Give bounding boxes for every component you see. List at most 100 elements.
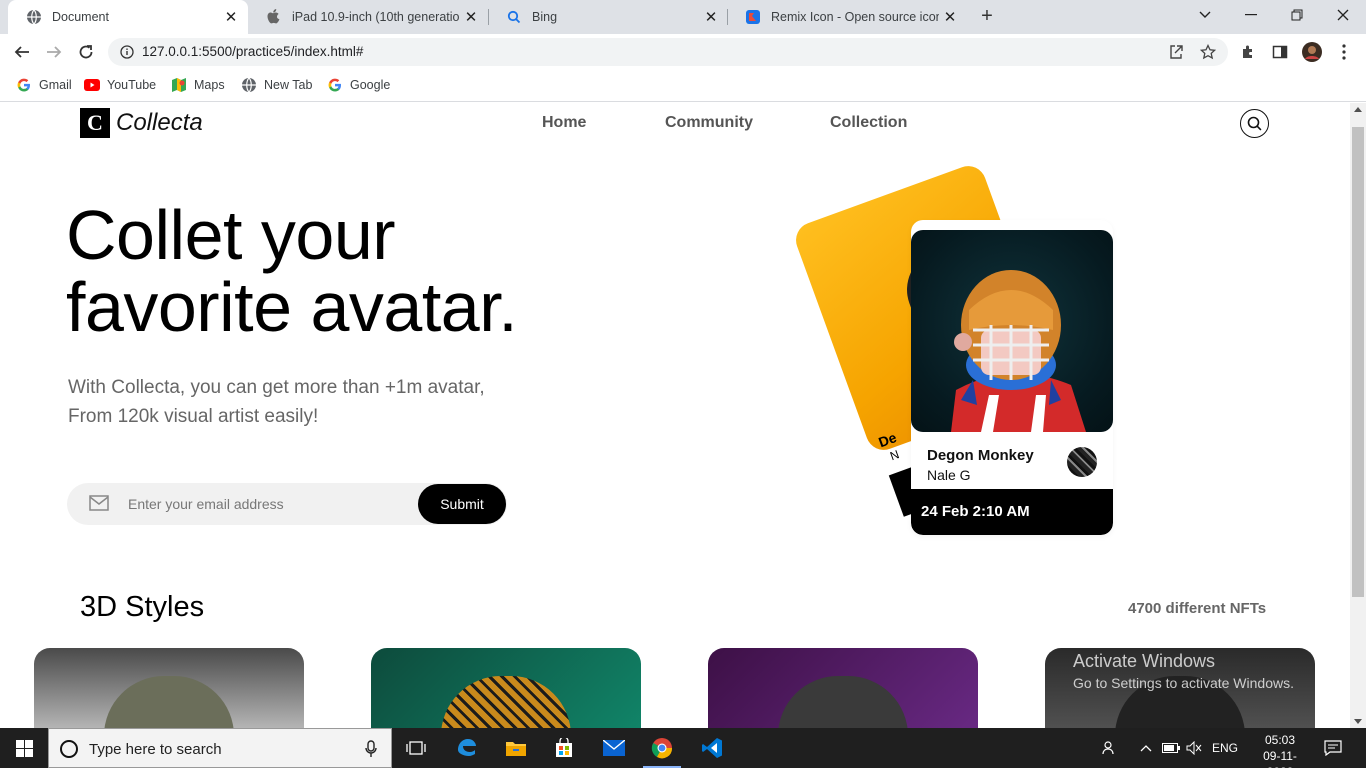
- mail-icon: [89, 495, 109, 516]
- info-icon[interactable]: [120, 45, 134, 64]
- url-text: 127.0.0.1:5500/practice5/index.html#: [142, 44, 364, 59]
- close-window-icon[interactable]: [1320, 0, 1366, 30]
- apple-icon: [266, 9, 282, 25]
- hero-title-line: favorite avatar.: [66, 268, 518, 346]
- microsoft-store-icon[interactable]: [541, 728, 587, 768]
- tab-title: Document: [52, 10, 109, 24]
- site-search-button[interactable]: [1240, 109, 1269, 138]
- remix-icon: [745, 9, 761, 25]
- tab-remix-icon[interactable]: Remix Icon - Open source icon lib ✕: [727, 0, 967, 34]
- artist-avatar: [1067, 447, 1097, 477]
- task-view-icon[interactable]: [393, 728, 439, 768]
- restore-icon[interactable]: [1274, 0, 1320, 30]
- hero-title-line: Collet your: [66, 196, 396, 274]
- bookmark-maps[interactable]: Maps: [171, 77, 225, 93]
- forward-arrow-icon[interactable]: [41, 40, 67, 64]
- search-icon: [60, 740, 78, 758]
- kebab-menu-icon[interactable]: [1334, 42, 1354, 62]
- bookmark-youtube[interactable]: YouTube: [84, 77, 156, 93]
- hero-subtitle-line: From 120k visual artist easily!: [68, 406, 319, 427]
- tab-title: Bing: [532, 10, 558, 24]
- section-title: 3D Styles: [80, 591, 205, 623]
- activate-windows-watermark: Activate Windows Go to Settings to activ…: [1073, 651, 1294, 691]
- page-scrollbar[interactable]: [1350, 103, 1366, 728]
- tab-document[interactable]: Document ✕: [8, 0, 248, 34]
- close-tab-icon[interactable]: ✕: [220, 6, 242, 28]
- watermark-title: Activate Windows: [1073, 651, 1216, 671]
- bookmarks-bar: Gmail YouTube Maps New Tab Google: [0, 70, 1366, 102]
- back-arrow-icon[interactable]: [9, 40, 35, 64]
- nft-card-featured[interactable]: Degon Monkey Nale G 24 Feb 2:10 AM: [911, 220, 1113, 535]
- share-icon[interactable]: [1166, 42, 1186, 62]
- clock-date: 09-11-2022: [1263, 749, 1297, 768]
- tab-title: iPad 10.9-inch (10th generation): [292, 10, 460, 24]
- star-icon[interactable]: [1198, 42, 1218, 62]
- address-bar[interactable]: 127.0.0.1:5500/practice5/index.html#: [108, 38, 1228, 66]
- bookmark-label: New Tab: [264, 78, 313, 92]
- taskbar-clock[interactable]: 05:03 09-11-2022: [1252, 732, 1308, 768]
- globe-icon: [241, 77, 257, 93]
- taskbar-search-box[interactable]: Type here to search: [48, 728, 392, 768]
- nav-collection[interactable]: Collection: [830, 114, 907, 132]
- mail-app-icon[interactable]: [591, 728, 637, 768]
- edge-icon[interactable]: [443, 728, 489, 768]
- email-signup-form: Submit: [67, 483, 507, 525]
- google-icon: [327, 77, 343, 93]
- chevron-up-icon[interactable]: [1140, 728, 1152, 768]
- style-card-1[interactable]: [34, 648, 304, 728]
- chevron-down-icon[interactable]: [1182, 0, 1228, 30]
- language-indicator[interactable]: ENG: [1212, 728, 1238, 768]
- google-icon: [16, 77, 32, 93]
- close-tab-icon[interactable]: ✕: [939, 6, 961, 28]
- volume-muted-icon[interactable]: [1186, 728, 1202, 768]
- tab-ipad[interactable]: iPad 10.9-inch (10th generation) ✕: [248, 0, 488, 34]
- nft-count: 4700 different NFTs: [1128, 600, 1267, 617]
- profile-avatar[interactable]: [1302, 42, 1322, 62]
- bookmark-label: Maps: [194, 78, 225, 92]
- nav-home[interactable]: Home: [542, 114, 586, 132]
- style-card-2[interactable]: [371, 648, 641, 728]
- reload-icon[interactable]: [73, 40, 99, 64]
- scroll-up-icon[interactable]: [1354, 107, 1362, 112]
- close-tab-icon[interactable]: ✕: [460, 6, 482, 28]
- tab-title: Remix Icon - Open source icon lib: [771, 10, 939, 24]
- nft-artist: Nale G: [927, 467, 971, 483]
- side-panel-icon[interactable]: [1270, 42, 1290, 62]
- tab-bing[interactable]: Bing ✕: [488, 0, 728, 34]
- microphone-icon[interactable]: [365, 740, 377, 763]
- globe-icon: [26, 9, 42, 25]
- avatar-artwork: [441, 676, 571, 728]
- email-input[interactable]: [128, 491, 408, 517]
- battery-icon[interactable]: [1162, 728, 1180, 768]
- site-logo[interactable]: C Collecta: [80, 108, 203, 138]
- bookmark-label: Google: [350, 78, 391, 92]
- file-explorer-icon[interactable]: [493, 728, 539, 768]
- avatar-artwork: [104, 676, 234, 728]
- bookmark-gmail[interactable]: Gmail: [16, 77, 72, 93]
- chrome-icon[interactable]: [639, 728, 685, 768]
- close-tab-icon[interactable]: ✕: [700, 6, 722, 28]
- notification-icon[interactable]: [1324, 728, 1342, 768]
- windows-start-icon[interactable]: [0, 728, 48, 768]
- new-tab-button[interactable]: +: [975, 6, 999, 28]
- scroll-down-icon[interactable]: [1354, 719, 1362, 724]
- tab-strip: Document ✕ iPad 10.9-inch (10th generati…: [0, 0, 1366, 34]
- bookmark-google[interactable]: Google: [327, 77, 390, 93]
- clock-time: 05:03: [1264, 733, 1296, 747]
- submit-button[interactable]: Submit: [418, 484, 506, 524]
- nav-community[interactable]: Community: [665, 114, 753, 132]
- vscode-icon[interactable]: [689, 728, 735, 768]
- minimize-icon[interactable]: [1228, 0, 1274, 30]
- nft-date: 24 Feb 2:10 AM: [911, 489, 1113, 535]
- nft-name: Degon Monkey: [927, 447, 1034, 464]
- maps-icon: [171, 77, 187, 93]
- people-icon[interactable]: [1102, 728, 1118, 768]
- style-card-3[interactable]: [708, 648, 978, 728]
- taskbar-search-placeholder: Type here to search: [89, 741, 222, 758]
- scrollbar-thumb[interactable]: [1352, 127, 1364, 597]
- bookmark-label: Gmail: [39, 78, 72, 92]
- bookmark-label: YouTube: [107, 78, 157, 92]
- youtube-icon: [84, 77, 100, 93]
- bookmark-new-tab[interactable]: New Tab: [241, 77, 312, 93]
- extensions-icon[interactable]: [1238, 42, 1258, 62]
